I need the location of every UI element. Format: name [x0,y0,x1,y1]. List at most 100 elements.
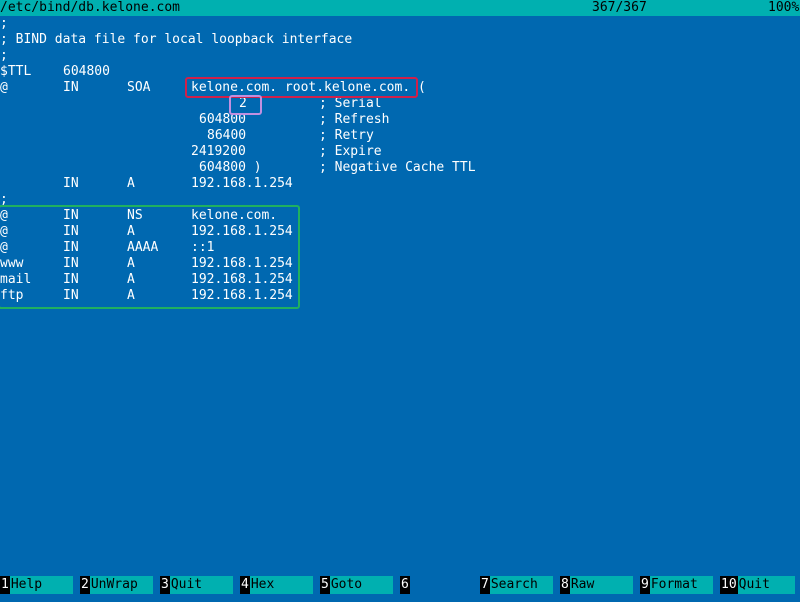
record-name: mail [0,272,32,287]
content-line: 2 ; Serial [0,96,800,112]
record-name: @ [0,224,8,239]
fkey-label: Hex [249,576,313,594]
fkey-label: UnWrap [89,576,153,594]
comment-text: ; Negative Cache TTL [319,160,476,175]
record-data: ::1 [191,240,215,255]
fkey-unwrap[interactable]: 2 UnWrap [80,576,153,594]
content-line: ftp IN A 192.168.1.254 [0,288,800,304]
record-class: IN [63,80,79,95]
record-type: NS [127,208,143,223]
fkey-label: Goto [329,576,393,594]
record-data: kelone.com. [191,208,278,223]
fkey-empty[interactable]: 6 [400,576,473,594]
comment-text: ; Retry [319,128,374,143]
function-key-bar: 1 Help 2 UnWrap 3 Quit 4 Hex 5 Goto 6 7 Search… [0,576,800,594]
fkey-label: Quit [737,576,795,594]
content-line: IN A 192.168.1.254 [0,176,800,192]
fkey-label: Help [9,576,73,594]
record-class: IN [63,256,79,271]
fkey-number: 4 [240,576,250,594]
content-line: ; [0,48,800,64]
content-line: 604800 ; Refresh [0,112,800,128]
fkey-label: Search [489,576,553,594]
record-name: @ [0,208,8,223]
fkey-goto[interactable]: 5 Goto [320,576,393,594]
soa-expire-value: 2419200 [191,144,246,159]
content-line: @ IN A 192.168.1.254 [0,224,800,240]
content-line: @ IN SOA kelone.com. root.kelone.com. ( [0,80,800,96]
soa-refresh-value: 604800 [199,112,246,127]
fkey-number: 3 [160,576,170,594]
fkey-raw[interactable]: 8 Raw [560,576,633,594]
fkey-number: 2 [80,576,90,594]
record-data: 192.168.1.254 [191,176,293,191]
fkey-number: 8 [560,576,570,594]
record-type: A [127,224,135,239]
fkey-quit-10[interactable]: 10 Quit [720,576,795,594]
content-line: 2419200 ; Expire [0,144,800,160]
record-class: IN [63,288,79,303]
content-line: mail IN A 192.168.1.254 [0,272,800,288]
fkey-format[interactable]: 9 Format [640,576,713,594]
fkey-label: Quit [169,576,233,594]
content-line: ; BIND data file for local loopback inte… [0,32,800,48]
record-type: A [127,272,135,287]
ttl-directive: $TTL [0,64,32,79]
record-data: 192.168.1.254 [191,256,293,271]
record-name: @ [0,240,8,255]
record-class: IN [63,208,79,223]
fkey-number: 7 [480,576,490,594]
fkey-number: 9 [640,576,650,594]
content-line: 86400 ; Retry [0,128,800,144]
file-path: /etc/bind/db.kelone.com [0,0,181,15]
record-data: 192.168.1.254 [191,272,293,287]
record-data: 192.168.1.254 [191,288,293,303]
comment-text: ; [0,16,8,31]
record-name: ftp [0,288,24,303]
record-type: SOA [127,80,151,95]
comment-text: ; Refresh [319,112,390,127]
record-type: A [127,288,135,303]
fkey-label: Format [649,576,713,594]
fkey-number: 6 [400,576,410,594]
record-class: IN [63,272,79,287]
record-class: IN [63,176,79,191]
content-line: ; [0,16,800,32]
content-line: @ IN AAAA ::1 [0,240,800,256]
fkey-hex[interactable]: 4 Hex [240,576,313,594]
record-type: AAAA [127,240,159,255]
content-line: www IN A 192.168.1.254 [0,256,800,272]
record-name: www [0,256,24,271]
comment-text: ; [0,48,8,63]
soa-serial-value: 2 [239,96,247,111]
line-position: 367/367 [592,0,647,15]
scroll-percent: 100% [768,0,800,15]
soa-retry-value: 86400 [207,128,247,143]
fkey-number: 10 [720,576,738,594]
record-type: A [127,256,135,271]
fkey-quit[interactable]: 3 Quit [160,576,233,594]
content-line: ; [0,192,800,208]
comment-text: ; BIND data file for local loopback inte… [0,32,353,47]
record-data: 192.168.1.254 [191,224,293,239]
soa-data: kelone.com. root.kelone.com. ( [191,80,426,95]
comment-text: ; Expire [319,144,382,159]
soa-negative-ttl-value: 604800 ) [199,160,262,175]
comment-text: ; Serial [319,96,382,111]
record-class: IN [63,224,79,239]
content-line: @ IN NS kelone.com. [0,208,800,224]
content-line: 604800 ) ; Negative Cache TTL [0,160,800,176]
content-line: $TTL 604800 [0,64,800,80]
fkey-label: Raw [569,576,633,594]
fkey-number: 1 [0,576,10,594]
record-type: A [127,176,135,191]
viewer-title-bar: /etc/bind/db.kelone.com 367/367 100% [0,0,800,16]
comment-text: ; [0,192,8,207]
fkey-search[interactable]: 7 Search [480,576,553,594]
file-content[interactable]: ; ; BIND data file for local loopback in… [0,16,800,576]
record-class: IN [63,240,79,255]
fkey-number: 5 [320,576,330,594]
record-name: @ [0,80,8,95]
ttl-value: 604800 [63,64,110,79]
fkey-help[interactable]: 1 Help [0,576,73,594]
